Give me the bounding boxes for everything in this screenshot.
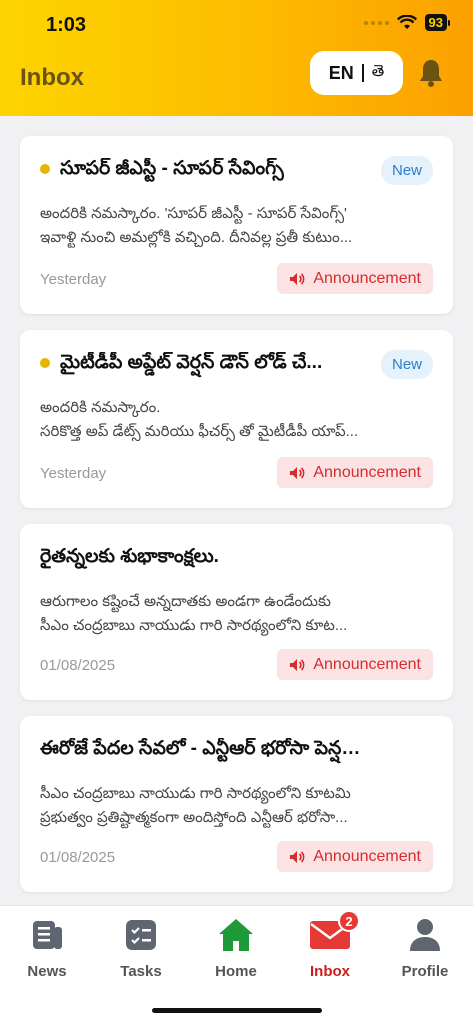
status-bar-right: 93 (363, 14, 451, 31)
message-card[interactable]: మైటీడీపీ అప్డేట్ వెర్షన్ డౌన్ లోడ్ చే...… (20, 330, 453, 508)
status-time: 1:03 (46, 14, 87, 36)
preview-line: సీఎం చంద్రబాబు నాయుడు గారి సారథ్యంలోని క… (40, 785, 351, 802)
announcement-tag: Announcement (277, 457, 433, 488)
preview-line: సరికొత్త అప్ డేట్స్ మరియు ఫీచర్స్ తో మైట… (40, 423, 359, 440)
unread-dot (40, 358, 50, 368)
preview-line: సీఎం చంద్రబాబు నాయుడు గారి సారథ్యంలోని క… (40, 617, 348, 634)
message-preview: అందరికి నమస్కారం. 'సూపర్ జీఎస్టీ - సూపర్… (40, 202, 435, 250)
bell-icon[interactable] (418, 58, 444, 88)
nav-inbox-label: Inbox (310, 963, 350, 980)
speaker-icon (290, 850, 305, 863)
announcement-tag: Announcement (277, 263, 433, 294)
language-toggle[interactable]: EN తె (310, 51, 403, 95)
nav-profile-label: Profile (401, 963, 449, 980)
nav-home[interactable]: Home (196, 916, 276, 980)
nav-tasks-label: Tasks (120, 963, 162, 980)
message-preview: ఆరుగాలం కష్టించే అన్నదాతకు అండగా ఉండేందు… (40, 590, 435, 638)
speaker-icon (290, 658, 305, 671)
new-badge: New (380, 156, 433, 185)
wifi-icon (396, 14, 417, 29)
inbox-count-badge: 2 (338, 910, 360, 932)
nav-tasks[interactable]: Tasks (101, 916, 181, 980)
profile-icon (410, 919, 440, 951)
lang-separator (361, 64, 364, 82)
message-preview: సీఎం చంద్రబాబు నాయుడు గారి సారథ్యంలోని క… (40, 782, 435, 830)
message-preview: అందరికి నమస్కారం. సరికొత్త అప్ డేట్స్ మర… (40, 396, 435, 444)
preview-line: ఆరుగాలం కష్టించే అన్నదాతకు అండగా ఉండేందు… (40, 593, 331, 610)
message-date: Yesterday (40, 271, 107, 288)
preview-line: ఇవాళ్టి నుంచి అమల్లోకి వచ్చింది. దీనివల్… (40, 229, 353, 246)
nav-news[interactable]: News (7, 916, 87, 980)
nav-inbox[interactable]: 2 Inbox (290, 910, 370, 980)
message-date: 01/08/2025 (40, 849, 116, 866)
tag-label: Announcement (313, 269, 421, 287)
tag-label: Announcement (313, 847, 421, 865)
message-title: సూపర్ జీఎస్టీ - సూపర్ సేవింగ్స్ (60, 158, 284, 179)
announcement-tag: Announcement (277, 649, 433, 680)
tasks-icon (126, 920, 156, 950)
announcement-tag: Announcement (277, 841, 433, 872)
nav-news-label: News (27, 963, 67, 980)
news-icon (33, 921, 62, 949)
message-card[interactable]: ఈరోజే పేదల సేవలో - ఎన్టీఆర్ భరోసా పెన్షన… (20, 716, 453, 892)
nav-home-label: Home (215, 963, 257, 980)
battery-indicator: 93 (424, 14, 451, 31)
home-indicator (152, 1008, 322, 1013)
lang-te-option[interactable]: తె (372, 62, 384, 84)
new-badge: New (380, 350, 433, 379)
header: 1:03 93 Inbox EN తె (0, 0, 473, 116)
message-card[interactable]: సూపర్ జీఎస్టీ - సూపర్ సేవింగ్స్ New అందర… (20, 136, 453, 314)
message-title: మైటీడీపీ అప్డేట్ వెర్షన్ డౌన్ లోడ్ చే... (60, 352, 323, 373)
message-card[interactable]: రైతన్నలకు శుభాకాంక్షలు. ఆరుగాలం కష్టించే… (20, 524, 453, 700)
message-title: రైతన్నలకు శుభాకాంక్షలు. (40, 546, 219, 567)
bottom-nav: News Tasks Home 2 Inbox Profile (0, 905, 473, 1024)
tag-label: Announcement (313, 655, 421, 673)
message-date: 01/08/2025 (40, 657, 116, 674)
tag-label: Announcement (313, 463, 421, 481)
cellular-signal-icon (363, 20, 389, 25)
nav-profile[interactable]: Profile (385, 916, 465, 980)
speaker-icon (290, 466, 305, 479)
speaker-icon (290, 272, 305, 285)
message-date: Yesterday (40, 465, 107, 482)
preview-line: అందరికి నమస్కారం. 'సూపర్ జీఎస్టీ - సూపర్… (40, 205, 347, 222)
lang-en-option[interactable]: EN (329, 63, 354, 84)
unread-dot (40, 164, 50, 174)
page-title: Inbox (20, 64, 84, 91)
message-title: ఈరోజే పేదల సేవలో - ఎన్టీఆర్ భరోసా పెన్షన… (40, 738, 370, 759)
preview-line: ప్రభుత్వం ప్రతిష్టాత్మకంగా అందిస్తోంది ఎ… (40, 809, 348, 826)
preview-line: అందరికి నమస్కారం. (40, 399, 161, 416)
home-icon (219, 919, 253, 951)
